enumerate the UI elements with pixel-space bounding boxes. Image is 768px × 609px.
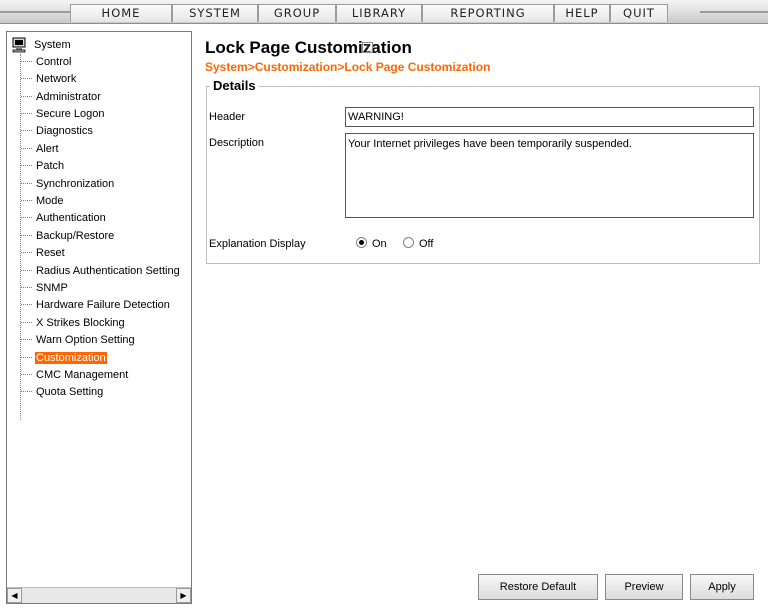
menu-help[interactable]: HELP <box>554 4 610 22</box>
sidebar-item-diagnostics[interactable]: Diagnostics <box>21 123 94 139</box>
restore-default-button[interactable]: Restore Default <box>478 574 598 600</box>
top-menu-bar: HOME SYSTEM GROUP LIBRARY REPORTING HELP… <box>0 0 768 24</box>
sidebar-item-secure-logon[interactable]: Secure Logon <box>21 106 106 122</box>
sidebar: System Control Network Administrator Sec… <box>6 31 192 604</box>
sidebar-item-radius-authentication-setting[interactable]: Radius Authentication Setting <box>21 263 181 279</box>
sidebar-item-hardware-failure-detection[interactable]: Hardware Failure Detection <box>21 297 171 313</box>
help-icon[interactable]: ? <box>362 42 373 53</box>
header-input[interactable]: WARNING! <box>345 107 754 127</box>
description-textarea[interactable]: Your Internet privileges have been tempo… <box>345 133 754 218</box>
sidebar-item-authentication[interactable]: Authentication <box>21 210 107 226</box>
sidebar-item-reset[interactable]: Reset <box>21 245 66 261</box>
sidebar-item-mode[interactable]: Mode <box>21 193 65 209</box>
description-label: Description <box>209 137 265 149</box>
menu-library[interactable]: LIBRARY <box>336 4 422 22</box>
sidebar-item-backup-restore[interactable]: Backup/Restore <box>21 228 115 244</box>
tree-root-system[interactable]: System <box>11 37 71 53</box>
explanation-off-label[interactable]: Off <box>419 238 433 250</box>
menu-bar-left-rule <box>0 11 70 13</box>
sidebar-item-x-strikes-blocking[interactable]: X Strikes Blocking <box>21 315 126 331</box>
page-title: Lock Page Customization <box>205 38 412 57</box>
tree-root-label: System <box>34 39 71 51</box>
preview-button[interactable]: Preview <box>605 574 683 600</box>
menu-system[interactable]: SYSTEM <box>172 4 258 22</box>
sidebar-item-snmp[interactable]: SNMP <box>21 280 69 296</box>
breadcrumb: System>Customization>Lock Page Customiza… <box>205 60 491 74</box>
explanation-on-radio[interactable] <box>356 237 367 248</box>
sidebar-item-control[interactable]: Control <box>21 54 72 70</box>
explanation-on-label[interactable]: On <box>372 238 387 250</box>
details-legend: Details <box>210 78 259 93</box>
sidebar-item-customization[interactable]: Customization <box>21 350 107 366</box>
sidebar-item-network[interactable]: Network <box>21 71 77 87</box>
header-label: Header <box>209 111 246 123</box>
sidebar-horizontal-scrollbar[interactable]: ◀ ▶ <box>7 587 191 603</box>
menu-bar-right-rule <box>700 11 768 13</box>
menu-group[interactable]: GROUP <box>258 4 336 22</box>
apply-button[interactable]: Apply <box>690 574 754 600</box>
explanation-off-radio[interactable] <box>403 237 414 248</box>
radio-selected-dot <box>359 240 364 245</box>
menu-quit[interactable]: QUIT <box>610 4 668 22</box>
sidebar-item-synchronization[interactable]: Synchronization <box>21 176 115 192</box>
scroll-left-arrow-icon[interactable]: ◀ <box>7 588 22 603</box>
sidebar-item-administrator[interactable]: Administrator <box>21 89 102 105</box>
sidebar-item-cmc-management[interactable]: CMC Management <box>21 367 129 383</box>
sidebar-item-patch[interactable]: Patch <box>21 158 65 174</box>
explanation-display-label: Explanation Display <box>209 238 306 250</box>
sidebar-item-alert[interactable]: Alert <box>21 141 60 157</box>
sidebar-item-warn-option-setting[interactable]: Warn Option Setting <box>21 332 136 348</box>
menu-reporting[interactable]: REPORTING <box>422 4 554 22</box>
sidebar-item-quota-setting[interactable]: Quota Setting <box>21 384 104 400</box>
menu-home[interactable]: HOME <box>70 4 172 22</box>
scroll-right-arrow-icon[interactable]: ▶ <box>176 588 191 603</box>
